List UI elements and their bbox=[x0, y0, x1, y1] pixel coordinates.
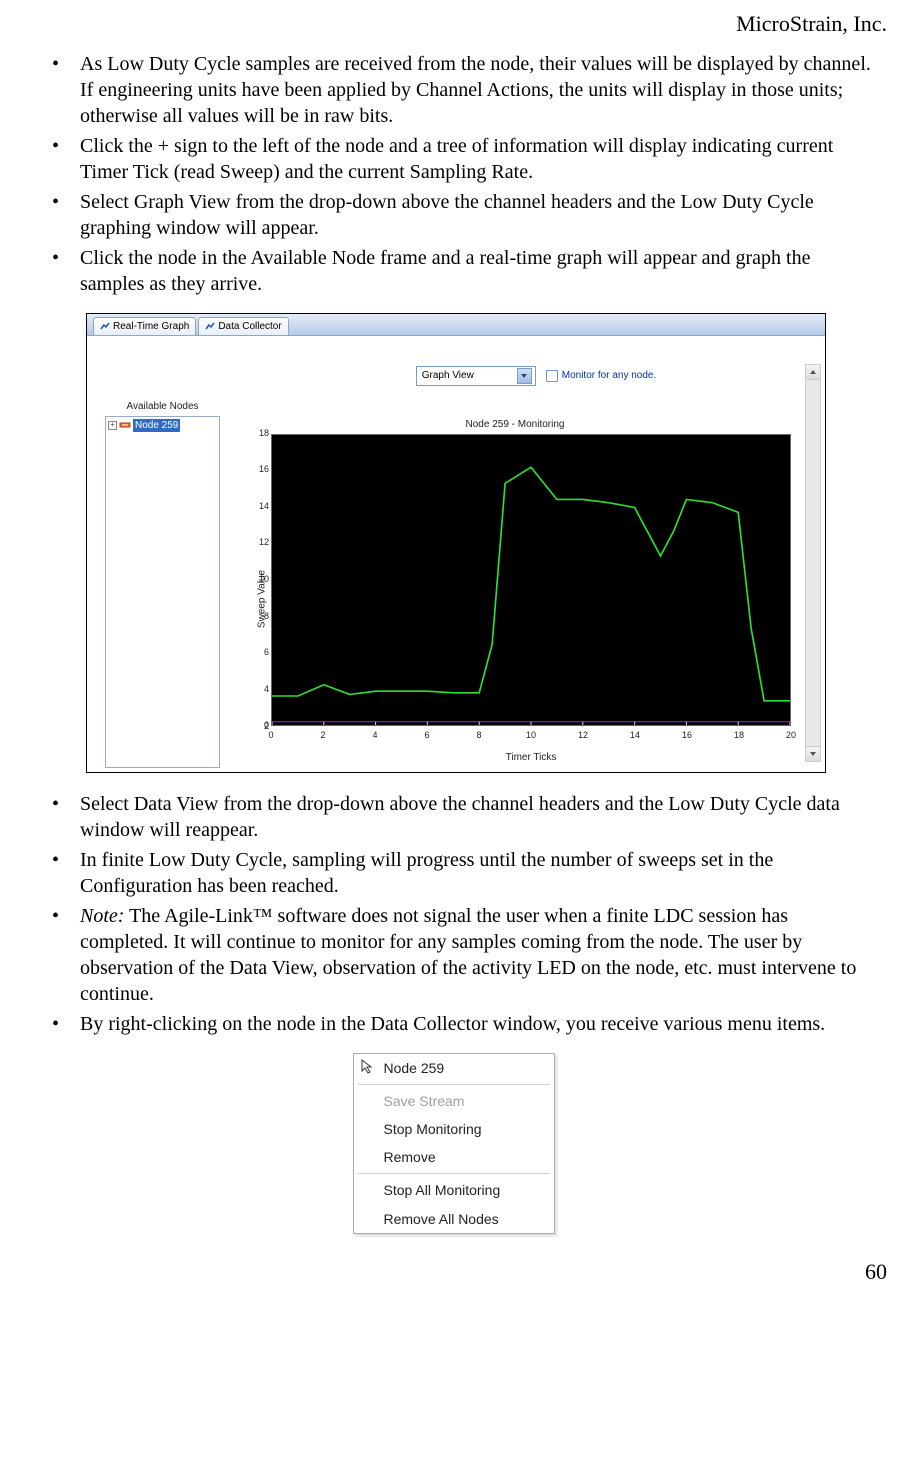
x-tick: 18 bbox=[734, 730, 744, 742]
menu-remove[interactable]: Remove bbox=[354, 1143, 554, 1171]
view-dropdown[interactable]: Graph View bbox=[416, 366, 536, 386]
x-tick: 16 bbox=[682, 730, 692, 742]
graph-window-screenshot: Real-Time Graph Data Collector Graph Vie… bbox=[86, 313, 826, 773]
controls-row: Graph View Monitor for any node. bbox=[247, 366, 825, 386]
x-axis-label: Timer Ticks bbox=[271, 751, 791, 764]
x-tick: 0 bbox=[268, 730, 273, 742]
chart-title: Node 259 - Monitoring bbox=[229, 418, 801, 431]
x-tick: 20 bbox=[786, 730, 796, 742]
panel-label: Available Nodes bbox=[105, 400, 220, 413]
available-nodes-panel: Available Nodes + Node 259 bbox=[105, 400, 220, 768]
menu-remove-all-nodes[interactable]: Remove All Nodes bbox=[354, 1205, 554, 1233]
checkbox-icon bbox=[546, 370, 558, 382]
main-panel: Graph View Monitor for any node. Availab… bbox=[87, 336, 825, 772]
y-tick: 16 bbox=[251, 464, 269, 476]
x-tick: 8 bbox=[476, 730, 481, 742]
arrow-up-icon bbox=[810, 370, 816, 374]
scroll-down-button[interactable] bbox=[806, 746, 820, 761]
monitor-any-node-checkbox[interactable]: Monitor for any node. bbox=[546, 369, 657, 382]
x-tick: 10 bbox=[526, 730, 536, 742]
y-tick: 14 bbox=[251, 501, 269, 513]
y-tick: 6 bbox=[251, 648, 269, 660]
vertical-scrollbar[interactable] bbox=[805, 364, 821, 762]
chart-svg bbox=[272, 435, 790, 725]
y-tick: 12 bbox=[251, 538, 269, 550]
chart-panel: Node 259 - Monitoring Sweep Value 18 16 … bbox=[229, 418, 801, 762]
list-item: As Low Duty Cycle samples are received f… bbox=[52, 51, 877, 129]
tab-data-collector[interactable]: Data Collector bbox=[198, 317, 288, 335]
x-tick: 6 bbox=[424, 730, 429, 742]
x-tick: 2 bbox=[320, 730, 325, 742]
y-tick: 0 bbox=[251, 720, 269, 732]
dropdown-value: Graph View bbox=[422, 369, 474, 382]
x-tick: 4 bbox=[372, 730, 377, 742]
node-icon bbox=[119, 420, 131, 430]
y-tick: 10 bbox=[251, 574, 269, 586]
y-tick: 8 bbox=[251, 611, 269, 623]
top-bullet-list: As Low Duty Cycle samples are received f… bbox=[52, 51, 877, 297]
list-item: Select Data View from the drop-down abov… bbox=[52, 791, 877, 843]
context-menu: Node 259 Save Stream Stop Monitoring Rem… bbox=[353, 1053, 555, 1234]
company-header: MicroStrain, Inc. bbox=[30, 10, 887, 39]
menu-stop-monitoring[interactable]: Stop Monitoring bbox=[354, 1115, 554, 1143]
menu-save-stream: Save Stream bbox=[354, 1087, 554, 1115]
menu-stop-all-monitoring[interactable]: Stop All Monitoring bbox=[354, 1176, 554, 1204]
menu-header-label: Node 259 bbox=[384, 1060, 445, 1076]
chevron-down-icon bbox=[517, 368, 532, 384]
note-text: The Agile-Link™ software does not signal… bbox=[80, 905, 856, 1005]
list-item: Select Graph View from the drop-down abo… bbox=[52, 189, 877, 241]
node-tree[interactable]: + Node 259 bbox=[105, 416, 220, 768]
separator bbox=[358, 1173, 550, 1174]
graph-icon bbox=[100, 321, 110, 331]
tab-label: Real-Time Graph bbox=[113, 320, 189, 333]
tab-bar: Real-Time Graph Data Collector bbox=[87, 314, 825, 336]
y-tick: 4 bbox=[251, 684, 269, 696]
arrow-down-icon bbox=[810, 752, 816, 756]
expand-icon[interactable]: + bbox=[108, 421, 117, 430]
note-label: Note: bbox=[80, 905, 124, 927]
list-item: Note: The Agile-Link™ software does not … bbox=[52, 903, 877, 1007]
list-item: By right-clicking on the node in the Dat… bbox=[52, 1011, 877, 1037]
y-tick: 18 bbox=[251, 428, 269, 440]
chart-box: Sweep Value 18 16 14 12 10 8 6 4 2 0 0 2… bbox=[229, 434, 801, 764]
list-item: In finite Low Duty Cycle, sampling will … bbox=[52, 847, 877, 899]
graph-icon bbox=[205, 321, 215, 331]
separator bbox=[358, 1084, 550, 1085]
list-item: Click the + sign to the left of the node… bbox=[52, 133, 877, 185]
scroll-up-button[interactable] bbox=[806, 365, 820, 380]
tree-node-259[interactable]: + Node 259 bbox=[108, 419, 217, 432]
plot-area bbox=[271, 434, 791, 726]
x-tick: 12 bbox=[578, 730, 588, 742]
checkbox-label: Monitor for any node. bbox=[562, 369, 657, 382]
tab-realtime-graph[interactable]: Real-Time Graph bbox=[93, 317, 196, 335]
list-item: Click the node in the Available Node fra… bbox=[52, 245, 877, 297]
tree-node-label: Node 259 bbox=[133, 419, 180, 432]
page-number: 60 bbox=[30, 1258, 887, 1287]
x-tick: 14 bbox=[630, 730, 640, 742]
menu-header: Node 259 bbox=[354, 1054, 554, 1082]
cursor-icon bbox=[360, 1058, 376, 1074]
tab-label: Data Collector bbox=[218, 320, 281, 333]
bottom-bullet-list: Select Data View from the drop-down abov… bbox=[52, 791, 877, 1037]
